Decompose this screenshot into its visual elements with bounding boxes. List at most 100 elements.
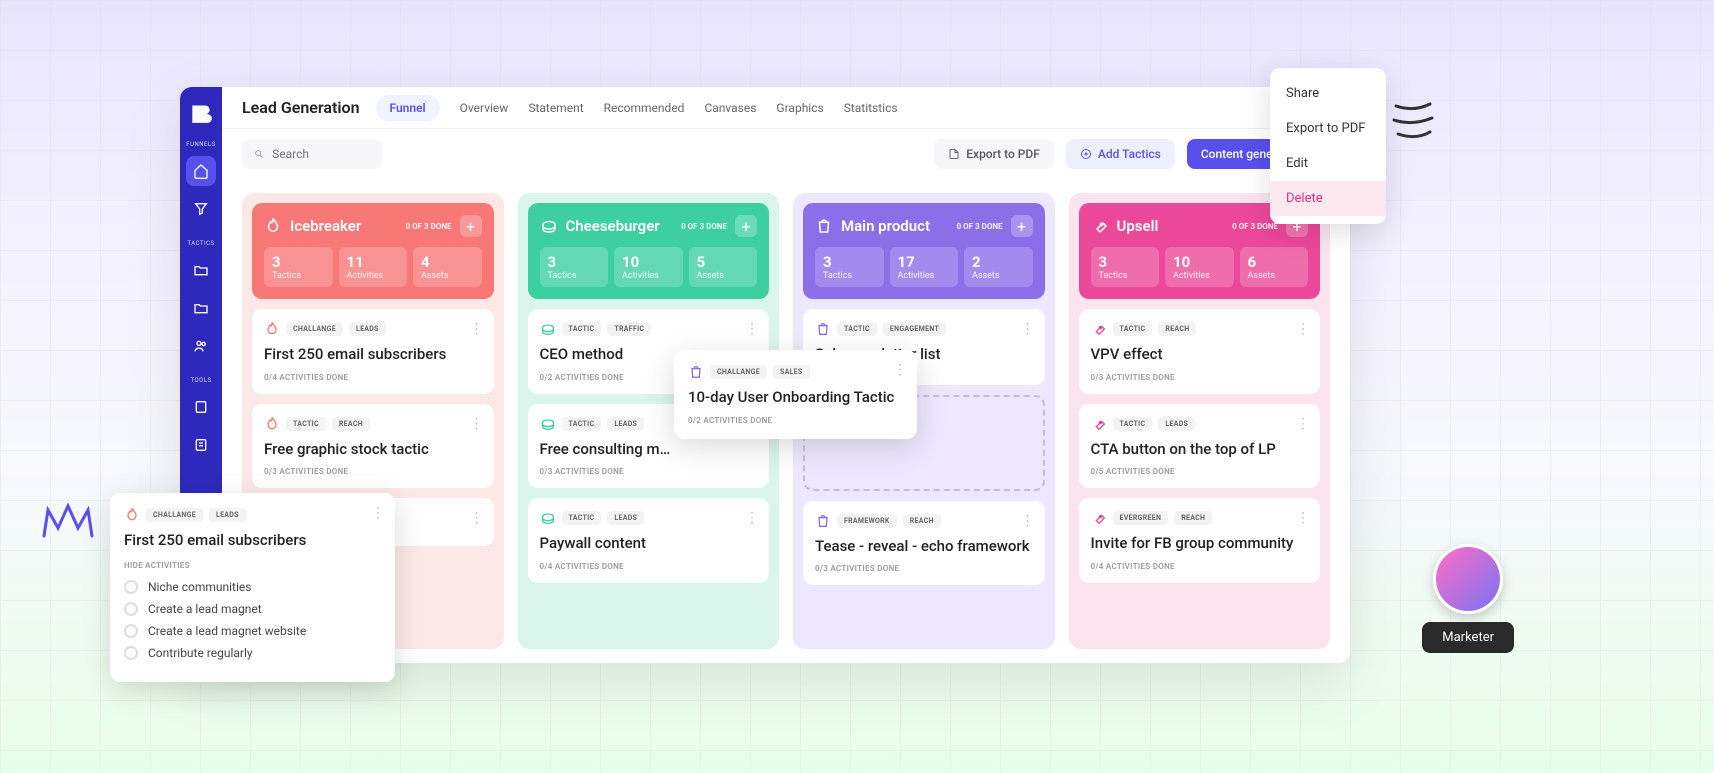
plus-icon (1080, 148, 1092, 160)
card-title: First 250 email subscribers (264, 345, 482, 365)
page-title: Lead Generation (242, 98, 360, 117)
context-menu: Share Export to PDF Edit Delete (1270, 68, 1386, 224)
stat-box: 4Assets (413, 247, 482, 287)
activity-item[interactable]: Contribute regularly (124, 646, 381, 660)
sidebar-filter-icon[interactable] (186, 194, 216, 224)
funnel-chip[interactable]: Funnel (376, 95, 440, 121)
tab-statistics[interactable]: Statitstics (844, 101, 898, 115)
tag: TACTIC (286, 417, 326, 431)
checkbox-icon[interactable] (124, 646, 138, 660)
card-menu-icon[interactable]: ⋮ (1021, 513, 1035, 529)
tag: EVERGREEN (1113, 511, 1169, 525)
sidebar-doc-icon[interactable] (186, 392, 216, 422)
card-menu-icon[interactable]: ⋮ (470, 321, 484, 337)
tag: TACTIC (1113, 417, 1153, 431)
add-card-button[interactable]: + (460, 215, 482, 237)
card-menu-icon[interactable]: ⋮ (1296, 321, 1310, 337)
tactic-card[interactable]: TACTICREACH⋮Free graphic stock tactic0/3… (252, 404, 494, 489)
hide-activities-toggle[interactable]: HIDE ACTIVITIES (124, 561, 381, 570)
card-title: Free graphic stock tactic (264, 440, 482, 460)
tag: REACH (1174, 511, 1212, 525)
card-menu-icon[interactable]: ⋮ (1296, 510, 1310, 526)
sidebar-users-icon[interactable] (186, 331, 216, 361)
activity-label: Contribute regularly (148, 646, 253, 660)
tab-recommended[interactable]: Recommended (604, 101, 685, 115)
checkbox-icon[interactable] (124, 580, 138, 594)
search-input[interactable] (272, 147, 370, 161)
sidebar-folder-2-icon[interactable] (186, 293, 216, 323)
column-name: Main product (841, 217, 949, 235)
tag: TACTIC (562, 417, 602, 431)
card-menu-icon[interactable]: ⋮ (1296, 416, 1310, 432)
card-meta: 0/3 ACTIVITIES DONE (815, 564, 1033, 573)
tag: SALES (773, 365, 810, 379)
card-menu-icon[interactable]: ⋮ (893, 362, 907, 378)
avatar-image[interactable] (1433, 544, 1503, 614)
tab-canvases[interactable]: Canvases (704, 101, 756, 115)
search-icon (254, 148, 264, 160)
tactic-card[interactable]: CHALLANGELEADS⋮First 250 email subscribe… (252, 309, 494, 394)
column-header: Main product0 OF 3 DONE+3Tactics17Activi… (803, 203, 1045, 299)
sidebar-label-tools: TOOLS (190, 377, 211, 384)
card-type-icon (815, 513, 831, 529)
menu-edit[interactable]: Edit (1270, 146, 1386, 181)
sidebar-note-icon[interactable] (186, 430, 216, 460)
tactic-card[interactable]: FRAMEWORKREACH⋮Tease - reveal - echo fra… (803, 501, 1045, 586)
stat-box: 3Tactics (1091, 247, 1160, 287)
dragging-card[interactable]: CHALLANGE SALES ⋮ 10-day User Onboarding… (674, 350, 917, 439)
card-type-icon (1091, 416, 1107, 432)
sidebar-label-tactics: TACTICS (187, 240, 214, 247)
nav-tabs: Overview Statement Recommended Canvases … (460, 101, 898, 115)
add-tactics-button[interactable]: Add Tactics (1066, 139, 1175, 169)
tag: FRAMEWORK (837, 514, 897, 528)
column-name: Upsell (1117, 217, 1225, 235)
column-icon (815, 217, 833, 235)
add-card-button[interactable]: + (735, 215, 757, 237)
sidebar-folder-1-icon[interactable] (186, 255, 216, 285)
stat-box: 10Activities (614, 247, 683, 287)
tactic-card[interactable]: TACTICLEADS⋮CTA button on the top of LP0… (1079, 404, 1321, 489)
activity-item[interactable]: Niche communities (124, 580, 381, 594)
card-menu-icon[interactable]: ⋮ (470, 416, 484, 432)
menu-delete[interactable]: Delete (1270, 181, 1386, 216)
card-detail-popup[interactable]: CHALLANGE LEADS ⋮ First 250 email subscr… (110, 493, 395, 682)
card-type-icon (1091, 510, 1107, 526)
card-title: CTA button on the top of LP (1091, 440, 1309, 460)
avatar-label: Marketer (1422, 622, 1514, 653)
card-menu-icon[interactable]: ⋮ (470, 510, 484, 526)
card-menu-icon[interactable]: ⋮ (745, 321, 759, 337)
tab-statement[interactable]: Statement (528, 101, 583, 115)
column-icon (540, 217, 558, 235)
tab-graphics[interactable]: Graphics (776, 101, 823, 115)
stat-box: 5Assets (689, 247, 758, 287)
topbar: Lead Generation Funnel Overview Statemen… (222, 87, 1350, 129)
tactic-card[interactable]: TACTICLEADS⋮Paywall content0/4 ACTIVITIE… (528, 498, 770, 583)
card-type-icon (540, 321, 556, 337)
card-menu-icon[interactable]: ⋮ (1021, 321, 1035, 337)
activity-item[interactable]: Create a lead magnet website (124, 624, 381, 638)
logo-icon[interactable] (188, 99, 214, 125)
bag-icon (688, 364, 704, 380)
add-card-button[interactable]: + (1011, 215, 1033, 237)
column-name: Icebreaker (290, 217, 398, 235)
tactic-card[interactable]: TACTICREACH⋮VPV effect0/3 ACTIVITIES DON… (1079, 309, 1321, 394)
stat-box: 3Tactics (264, 247, 333, 287)
menu-share[interactable]: Share (1270, 76, 1386, 111)
checkbox-icon[interactable] (124, 602, 138, 616)
tactic-card[interactable]: EVERGREENREACH⋮Invite for FB group commu… (1079, 498, 1321, 583)
tab-overview[interactable]: Overview (460, 101, 509, 115)
menu-export[interactable]: Export to PDF (1270, 111, 1386, 146)
card-menu-icon[interactable]: ⋮ (371, 505, 385, 521)
export-pdf-button[interactable]: Export to PDF (934, 139, 1054, 169)
tag: LEADS (607, 417, 644, 431)
checkbox-icon[interactable] (124, 624, 138, 638)
card-meta: 0/4 ACTIVITIES DONE (1091, 562, 1309, 571)
flame-icon (124, 507, 140, 523)
stat-box: 3Tactics (815, 247, 884, 287)
sidebar-home-icon[interactable] (186, 156, 216, 186)
card-menu-icon[interactable]: ⋮ (745, 510, 759, 526)
search-box[interactable] (242, 139, 382, 169)
activity-item[interactable]: Create a lead magnet (124, 602, 381, 616)
tag: CHALLANGE (146, 508, 203, 522)
card-title: First 250 email subscribers (124, 531, 381, 551)
